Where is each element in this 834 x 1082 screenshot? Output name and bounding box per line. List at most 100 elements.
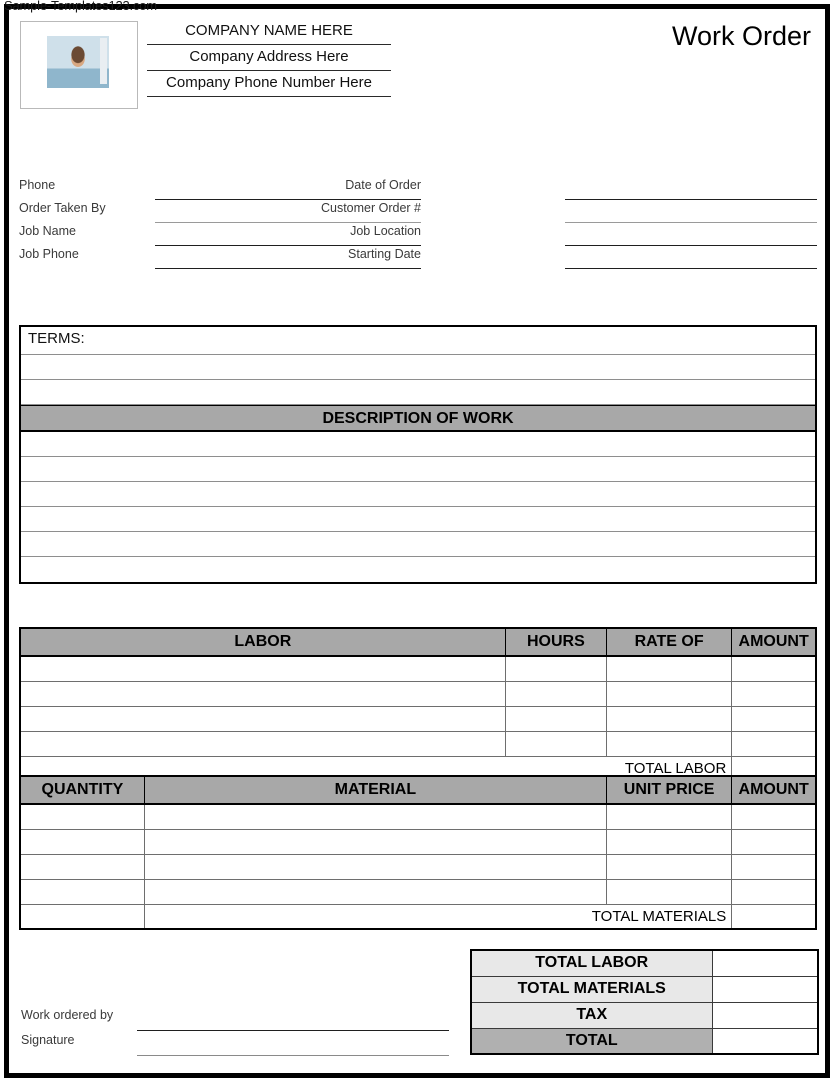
material-cell-unit-price[interactable] xyxy=(605,853,733,880)
labor-cell-labor[interactable] xyxy=(19,680,506,707)
summary-label-total-labor: TOTAL LABOR xyxy=(470,949,713,977)
summary-value-total-materials[interactable] xyxy=(711,975,819,1003)
signature-area: Work ordered by Signature xyxy=(9,1006,469,1056)
material-cell-amount[interactable] xyxy=(731,878,817,905)
material-cell-material[interactable] xyxy=(143,853,607,880)
company-name-field[interactable]: COMPANY NAME HERE xyxy=(147,19,391,45)
description-row[interactable] xyxy=(21,507,815,532)
material-cell-unit-price[interactable] xyxy=(605,803,733,830)
total-materials-label: TOTAL MATERIALS xyxy=(144,903,733,930)
labor-cell-labor[interactable] xyxy=(19,730,506,757)
terms-row[interactable]: TERMS: xyxy=(21,327,815,355)
material-cell-material[interactable] xyxy=(143,828,607,855)
labor-cell-rate[interactable] xyxy=(605,705,733,732)
material-cell-amount[interactable] xyxy=(731,803,817,830)
material-cell-quantity[interactable] xyxy=(19,853,145,880)
material-total-row: TOTAL MATERIALS xyxy=(19,903,817,930)
table-row[interactable] xyxy=(19,828,817,855)
field-starting-date[interactable]: Starting Date xyxy=(9,246,825,269)
field-starting-date-input[interactable] xyxy=(565,268,817,269)
table-row[interactable] xyxy=(19,730,817,757)
labor-cell-hours[interactable] xyxy=(504,655,607,682)
total-materials-value[interactable] xyxy=(731,903,817,930)
description-row[interactable] xyxy=(21,457,815,482)
summary-row-total-labor: TOTAL LABOR xyxy=(470,949,819,977)
material-table: QUANTITY MATERIAL UNIT PRICE AMOUNT TOTA… xyxy=(19,775,817,930)
labor-col-labor: LABOR xyxy=(19,627,506,657)
table-row[interactable] xyxy=(19,803,817,830)
description-row[interactable] xyxy=(21,432,815,457)
material-cell-quantity[interactable] xyxy=(19,878,145,905)
material-cell-amount[interactable] xyxy=(731,828,817,855)
signature-input[interactable] xyxy=(137,1055,449,1056)
material-cell-quantity[interactable] xyxy=(19,828,145,855)
field-customer-order-number[interactable]: Customer Order # xyxy=(9,200,825,223)
material-cell-unit-price[interactable] xyxy=(605,878,733,905)
labor-cell-hours[interactable] xyxy=(504,730,607,757)
company-logo-box[interactable] xyxy=(20,21,138,109)
description-row[interactable] xyxy=(21,532,815,557)
labor-cell-rate[interactable] xyxy=(605,655,733,682)
labor-col-amount: AMOUNT xyxy=(731,627,817,657)
material-cell-material[interactable] xyxy=(143,803,607,830)
labor-table: LABOR HOURS RATE OF AMOUNT TOTAL LABOR xyxy=(19,627,817,782)
material-cell-material[interactable] xyxy=(143,878,607,905)
field-date-of-order[interactable]: Date of Order xyxy=(9,177,825,200)
material-cell-quantity[interactable] xyxy=(19,803,145,830)
labor-table-header-row: LABOR HOURS RATE OF AMOUNT xyxy=(19,627,817,657)
material-col-amount: AMOUNT xyxy=(731,775,817,805)
material-col-material: MATERIAL xyxy=(143,775,607,805)
terms-and-description-block: TERMS: DESCRIPTION OF WORK xyxy=(19,325,817,584)
labor-col-rate-of: RATE OF xyxy=(605,627,733,657)
terms-row[interactable] xyxy=(21,380,815,405)
labor-cell-labor[interactable] xyxy=(19,655,506,682)
company-address-field[interactable]: Company Address Here xyxy=(147,45,391,71)
site-watermark: Sample-Templates123.com xyxy=(4,0,157,13)
labor-cell-labor[interactable] xyxy=(19,705,506,732)
labor-cell-rate[interactable] xyxy=(605,730,733,757)
terms-label: TERMS: xyxy=(28,330,85,347)
material-table-header-row: QUANTITY MATERIAL UNIT PRICE AMOUNT xyxy=(19,775,817,805)
table-row[interactable] xyxy=(19,655,817,682)
labor-cell-hours[interactable] xyxy=(504,680,607,707)
field-work-ordered-by[interactable]: Work ordered by xyxy=(9,1006,469,1031)
work-order-page: COMPANY NAME HERE Company Address Here C… xyxy=(4,4,830,1078)
field-signature[interactable]: Signature xyxy=(9,1031,469,1056)
labor-cell-amount[interactable] xyxy=(731,655,817,682)
field-date-of-order-label: Date of Order xyxy=(345,178,421,192)
page-content: COMPANY NAME HERE Company Address Here C… xyxy=(9,9,825,1073)
material-cell-unit-price[interactable] xyxy=(605,828,733,855)
company-phone-field[interactable]: Company Phone Number Here xyxy=(147,71,391,97)
labor-cell-hours[interactable] xyxy=(504,705,607,732)
field-job-location[interactable]: Job Location xyxy=(9,223,825,246)
labor-col-hours: HOURS xyxy=(504,627,607,657)
table-row[interactable] xyxy=(19,878,817,905)
company-photo-icon xyxy=(47,36,109,88)
terms-row[interactable] xyxy=(21,355,815,380)
summary-value-total-labor[interactable] xyxy=(711,949,819,977)
table-row[interactable] xyxy=(19,853,817,880)
summary-value-total[interactable] xyxy=(711,1027,819,1055)
material-col-quantity: QUANTITY xyxy=(19,775,145,805)
summary-totals-box: TOTAL LABOR TOTAL MATERIALS TAX TOTAL xyxy=(470,949,819,1055)
material-cell-amount[interactable] xyxy=(731,853,817,880)
field-customer-order-number-label: Customer Order # xyxy=(320,201,421,215)
table-row[interactable] xyxy=(19,680,817,707)
summary-value-tax[interactable] xyxy=(711,1001,819,1029)
page-title: Work Order xyxy=(671,21,811,51)
field-job-location-label: Job Location xyxy=(350,224,421,238)
order-details-form: Phone Order Taken By Job Name Job Phone … xyxy=(9,177,825,283)
labor-cell-amount[interactable] xyxy=(731,680,817,707)
labor-cell-amount[interactable] xyxy=(731,730,817,757)
summary-label-tax: TAX xyxy=(470,1001,713,1029)
summary-row-tax: TAX xyxy=(470,1001,819,1029)
summary-row-total-materials: TOTAL MATERIALS xyxy=(470,975,819,1003)
description-row[interactable] xyxy=(21,482,815,507)
field-starting-date-label: Starting Date xyxy=(348,247,421,261)
work-ordered-by-label: Work ordered by xyxy=(21,1008,114,1022)
table-row[interactable] xyxy=(19,705,817,732)
labor-cell-amount[interactable] xyxy=(731,705,817,732)
description-row[interactable] xyxy=(21,557,815,582)
labor-cell-rate[interactable] xyxy=(605,680,733,707)
material-col-unit-price: UNIT PRICE xyxy=(605,775,733,805)
